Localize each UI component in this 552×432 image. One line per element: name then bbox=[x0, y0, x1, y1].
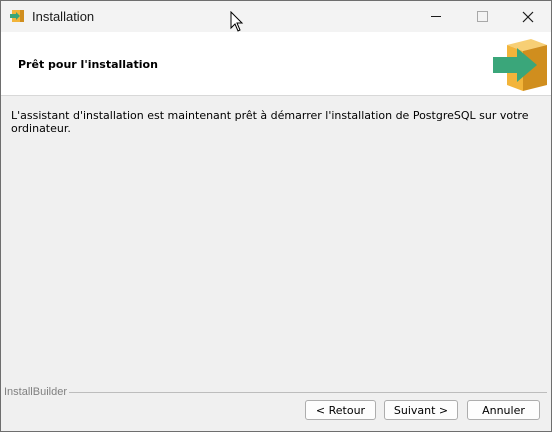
next-button[interactable]: Suivant > bbox=[384, 400, 458, 420]
mouse-cursor-icon bbox=[230, 11, 244, 32]
close-button[interactable] bbox=[505, 1, 551, 32]
back-button[interactable]: < Retour bbox=[305, 400, 376, 420]
installer-window: Installation Prêt pour l'installation L'… bbox=[0, 0, 552, 432]
ready-message: L'assistant d'installation est maintenan… bbox=[11, 109, 529, 135]
window-title: Installation bbox=[32, 9, 95, 24]
page-header: Prêt pour l'installation bbox=[1, 32, 551, 96]
app-icon bbox=[10, 10, 24, 22]
maximize-button[interactable] bbox=[459, 1, 505, 32]
builder-label: InstallBuilder bbox=[4, 386, 67, 398]
minimize-icon bbox=[431, 16, 441, 17]
title-bar[interactable]: Installation bbox=[1, 1, 551, 32]
page-title: Prêt pour l'installation bbox=[18, 58, 158, 71]
footer-divider bbox=[69, 392, 547, 393]
maximize-icon bbox=[476, 11, 488, 22]
cancel-button[interactable]: Annuler bbox=[467, 400, 540, 420]
close-icon bbox=[522, 11, 534, 22]
minimize-button[interactable] bbox=[413, 1, 459, 32]
box-arrow-icon bbox=[493, 39, 547, 91]
